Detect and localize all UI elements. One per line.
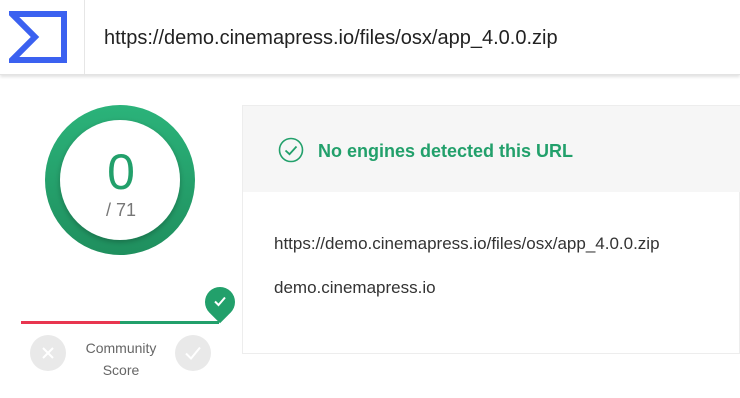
close-icon <box>42 347 54 359</box>
detection-count: 0 <box>107 144 135 200</box>
community-score-label: Community Score <box>74 337 168 381</box>
community-label-line1: Community <box>85 340 157 356</box>
analysis-result-panel: No engines detected this URL https://dem… <box>242 105 740 354</box>
url-search-input[interactable] <box>104 24 724 52</box>
detection-status-text: No engines detected this URL <box>318 141 574 161</box>
engines-total: / 71 <box>105 200 137 220</box>
vote-harmless-button[interactable] <box>175 335 211 371</box>
virustotal-sigma-logo-icon <box>9 11 67 63</box>
community-score-bar <box>21 321 219 324</box>
detection-status-banner: No engines detected this URL <box>243 106 740 192</box>
check-icon <box>214 296 226 307</box>
header-bar <box>0 0 740 75</box>
analyzed-domain[interactable]: demo.cinemapress.io <box>274 277 436 299</box>
vote-harmful-button[interactable] <box>30 335 66 371</box>
detection-score-area: 0 / 71 Community Score <box>0 75 242 398</box>
logo[interactable] <box>0 0 85 74</box>
check-circle-icon <box>278 137 304 163</box>
check-icon <box>185 346 201 360</box>
community-negative-bar <box>21 321 120 324</box>
analyzed-url: https://demo.cinemapress.io/files/osx/ap… <box>274 234 660 253</box>
community-label-line2: Score <box>102 362 140 378</box>
community-positive-bar <box>120 321 219 324</box>
